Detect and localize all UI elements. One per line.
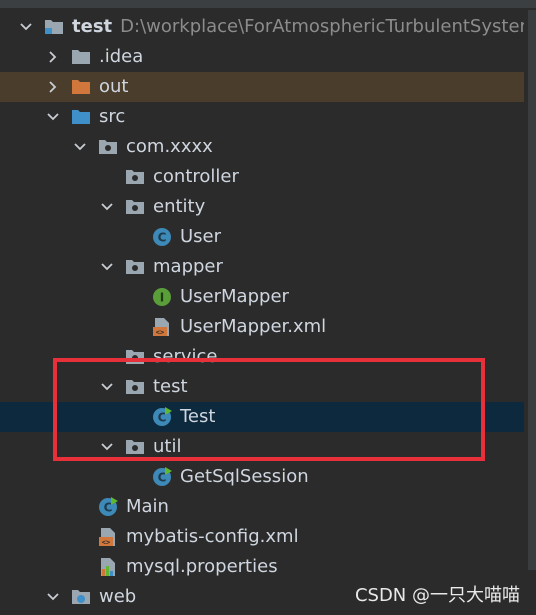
tree-item-name: src (99, 106, 126, 127)
tree-item-label: web (99, 582, 136, 612)
tree-item-name: GetSqlSession (180, 466, 309, 487)
svg-text:C: C (158, 231, 167, 245)
tree-item-label: service (153, 342, 217, 372)
interface-icon: I (152, 288, 172, 306)
tree-row[interactable]: C User (0, 222, 524, 252)
svg-text:I: I (160, 291, 164, 305)
tree-row[interactable]: I UserMapper (0, 282, 524, 312)
package-icon (125, 348, 145, 366)
runnable-class-icon: C (98, 497, 118, 516)
tree-item-name: Test (180, 406, 216, 427)
package-icon (125, 438, 145, 456)
tree-item-name: entity (153, 196, 206, 217)
tree-row[interactable]: C Main (0, 492, 524, 522)
tree-item-name: web (99, 586, 137, 607)
folder-icon (71, 48, 91, 66)
xml-file-icon: <> (98, 528, 118, 547)
chevron-right-icon[interactable] (45, 42, 61, 72)
tree-row[interactable]: controller (0, 162, 524, 192)
watermark: CSDN @一只大喵喵 (354, 585, 520, 606)
tree-row[interactable]: .idea (0, 42, 524, 72)
tree-item-name: mysql.properties (126, 556, 278, 577)
properties-file-icon (98, 558, 118, 576)
runnable-class-icon: C (152, 467, 172, 486)
excluded-folder-icon (71, 78, 91, 96)
tree-item-label: src (99, 102, 125, 132)
tree-item-label: util (153, 432, 181, 462)
tree-item-name: Main (126, 496, 169, 517)
package-icon (125, 198, 145, 216)
tree-row[interactable]: entity (0, 192, 524, 222)
chevron-down-icon[interactable] (45, 582, 61, 612)
tree-item-name: out (99, 76, 129, 97)
tree-item-name: util (153, 436, 182, 457)
tree-row[interactable]: out (0, 72, 524, 102)
chevron-down-icon[interactable] (18, 12, 34, 42)
tree-item-label: Test (180, 402, 215, 432)
tree-item-label: mapper (153, 252, 223, 282)
tree-row[interactable]: src (0, 102, 524, 132)
package-icon (125, 378, 145, 396)
toolbar-strip (0, 0, 536, 8)
tree-row[interactable]: test D:\workplace\ForAtmosphericTurbulent… (0, 12, 524, 42)
runnable-class-icon: C (152, 407, 172, 426)
xml-file-icon: <> (152, 318, 172, 337)
tree-row[interactable]: mapper (0, 252, 524, 282)
web-folder-icon (71, 588, 91, 606)
class-icon: C (152, 228, 172, 246)
tree-item-name: UserMapper (180, 286, 289, 307)
chevron-down-icon[interactable] (99, 192, 115, 222)
tree-item-name: .idea (99, 46, 144, 67)
tree-item-label: UserMapper (180, 282, 289, 312)
tree-item-name: test (72, 16, 113, 37)
project-tree[interactable]: test D:\workplace\ForAtmosphericTurbulent… (0, 12, 524, 612)
vertical-scrollbar[interactable] (528, 10, 536, 570)
tree-item-name: com.xxxx (126, 136, 213, 157)
tree-item-name: service (153, 346, 218, 367)
tree-item-label: Main (126, 492, 169, 522)
module-folder-icon (44, 18, 64, 36)
tree-item-label: entity (153, 192, 205, 222)
tree-item-name: test (153, 376, 188, 397)
tree-item-label: UserMapper.xml (180, 312, 326, 342)
project-path: D:\workplace\ForAtmosphericTurbulentSyst… (120, 16, 524, 37)
chevron-down-icon[interactable] (45, 102, 61, 132)
package-icon (125, 168, 145, 186)
tree-item-label: mybatis-config.xml (126, 522, 299, 552)
tree-item-label: GetSqlSession (180, 462, 309, 492)
tree-row[interactable]: service (0, 342, 524, 372)
tree-item-label: test (153, 372, 188, 402)
tree-item-label: out (99, 72, 128, 102)
tree-item-name: mybatis-config.xml (126, 526, 299, 547)
tree-item-label: mysql.properties (126, 552, 278, 582)
tree-item-name: UserMapper.xml (180, 316, 327, 337)
tree-row[interactable]: C GetSqlSession (0, 462, 524, 492)
svg-text:<>: <> (156, 329, 164, 337)
tree-row[interactable]: util (0, 432, 524, 462)
chevron-right-icon[interactable] (45, 72, 61, 102)
chevron-down-icon[interactable] (99, 372, 115, 402)
chevron-down-icon[interactable] (99, 252, 115, 282)
tree-item-label: test D:\workplace\ForAtmosphericTurbulent… (72, 12, 524, 42)
package-icon (125, 258, 145, 276)
chevron-down-icon[interactable] (72, 132, 88, 162)
chevron-down-icon[interactable] (99, 432, 115, 462)
tree-row[interactable]: com.xxxx (0, 132, 524, 162)
source-folder-icon (71, 108, 91, 126)
tree-item-name: controller (153, 166, 239, 187)
tree-row[interactable]: mysql.properties (0, 552, 524, 582)
tree-row[interactable]: test (0, 372, 524, 402)
svg-text:<>: <> (102, 539, 110, 547)
tree-item-label: .idea (99, 42, 143, 72)
tree-item-name: User (180, 226, 222, 247)
tree-row[interactable]: <> mybatis-config.xml (0, 522, 524, 552)
tree-item-label: controller (153, 162, 239, 192)
tree-item-name: mapper (153, 256, 223, 277)
tree-row[interactable]: C Test (0, 402, 524, 432)
package-icon (98, 138, 118, 156)
tree-row[interactable]: <> UserMapper.xml (0, 312, 524, 342)
tree-item-label: User (180, 222, 221, 252)
tree-item-label: com.xxxx (126, 132, 213, 162)
